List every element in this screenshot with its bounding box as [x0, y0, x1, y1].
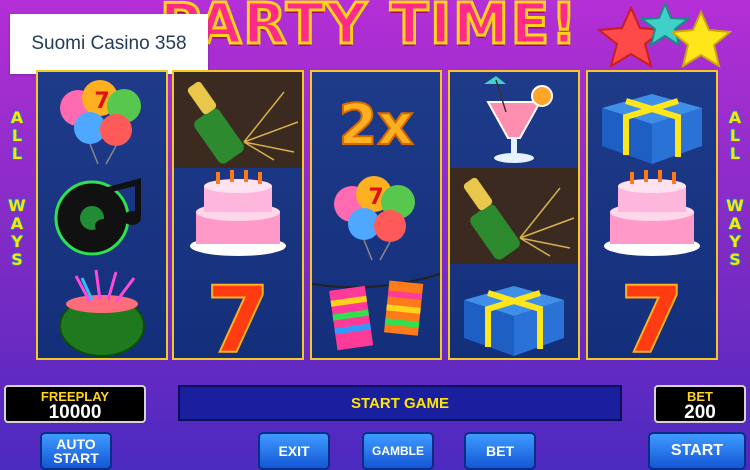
reel-2: 7	[172, 70, 304, 360]
game-title: PARTY TIME!	[159, 0, 579, 59]
side-letter: A	[728, 214, 742, 233]
side-letter: L	[11, 126, 23, 145]
freeplay-value: 10000	[48, 402, 102, 423]
side-letter: A	[728, 108, 742, 127]
birthday-cake-icon	[604, 170, 700, 256]
side-letter: A	[10, 214, 24, 233]
side-letter: W	[726, 196, 744, 215]
side-letter: Y	[11, 232, 23, 251]
reel-1: 7	[36, 70, 168, 360]
exit-button[interactable]: EXIT	[258, 432, 330, 470]
gamble-button[interactable]: GAMBLE	[362, 432, 434, 470]
right-ways-label: A L L W A Y S	[722, 108, 748, 269]
seven-icon: 7	[619, 266, 685, 360]
cocktail-icon	[484, 76, 553, 163]
start-button[interactable]: START	[648, 432, 746, 470]
music-notes-icon	[54, 178, 141, 256]
champagne-icon	[450, 168, 578, 264]
side-letter: L	[729, 144, 741, 163]
birthday-cake-icon	[190, 170, 286, 256]
party-lanterns-icon	[312, 273, 440, 351]
side-letter: L	[11, 144, 23, 163]
brand-name: Suomi Casino 358	[31, 33, 187, 54]
auto-start-button[interactable]: AUTO START	[40, 432, 112, 470]
svg-text:7: 7	[206, 267, 270, 360]
side-letter: S	[11, 250, 23, 269]
bet-display: BET 200	[654, 385, 746, 423]
seven-icon: 7	[205, 266, 271, 360]
gift-box-icon	[464, 286, 564, 356]
yellow-star-icon	[670, 10, 732, 68]
svg-text:2x: 2x	[338, 93, 413, 158]
left-ways-label: A L L W A Y S	[4, 108, 30, 269]
bet-button[interactable]: BET	[464, 432, 536, 470]
freeplay-display: FREEPLAY 10000	[4, 385, 146, 423]
side-letter: S	[729, 250, 741, 269]
side-letter: L	[729, 126, 741, 145]
svg-text:7: 7	[620, 267, 684, 360]
multiplier-icon: 2x	[337, 92, 414, 159]
reel-5: 7	[586, 70, 718, 360]
bet-value: 200	[684, 402, 716, 423]
svg-text:7: 7	[94, 89, 109, 114]
reel-4	[448, 70, 580, 360]
svg-text:7: 7	[368, 185, 383, 210]
side-letter: W	[8, 196, 26, 215]
balloons-icon: 7	[60, 80, 141, 165]
watermelon-icon	[59, 269, 145, 357]
game-message: START GAME	[178, 385, 622, 421]
side-letter: A	[10, 108, 24, 127]
balloons-icon: 7	[334, 176, 415, 261]
champagne-icon	[174, 72, 302, 168]
gift-box-icon	[602, 94, 702, 164]
brand-badge: Suomi Casino 358	[10, 14, 208, 74]
reel-3: 2x 7	[310, 70, 442, 360]
side-letter: Y	[729, 232, 741, 251]
